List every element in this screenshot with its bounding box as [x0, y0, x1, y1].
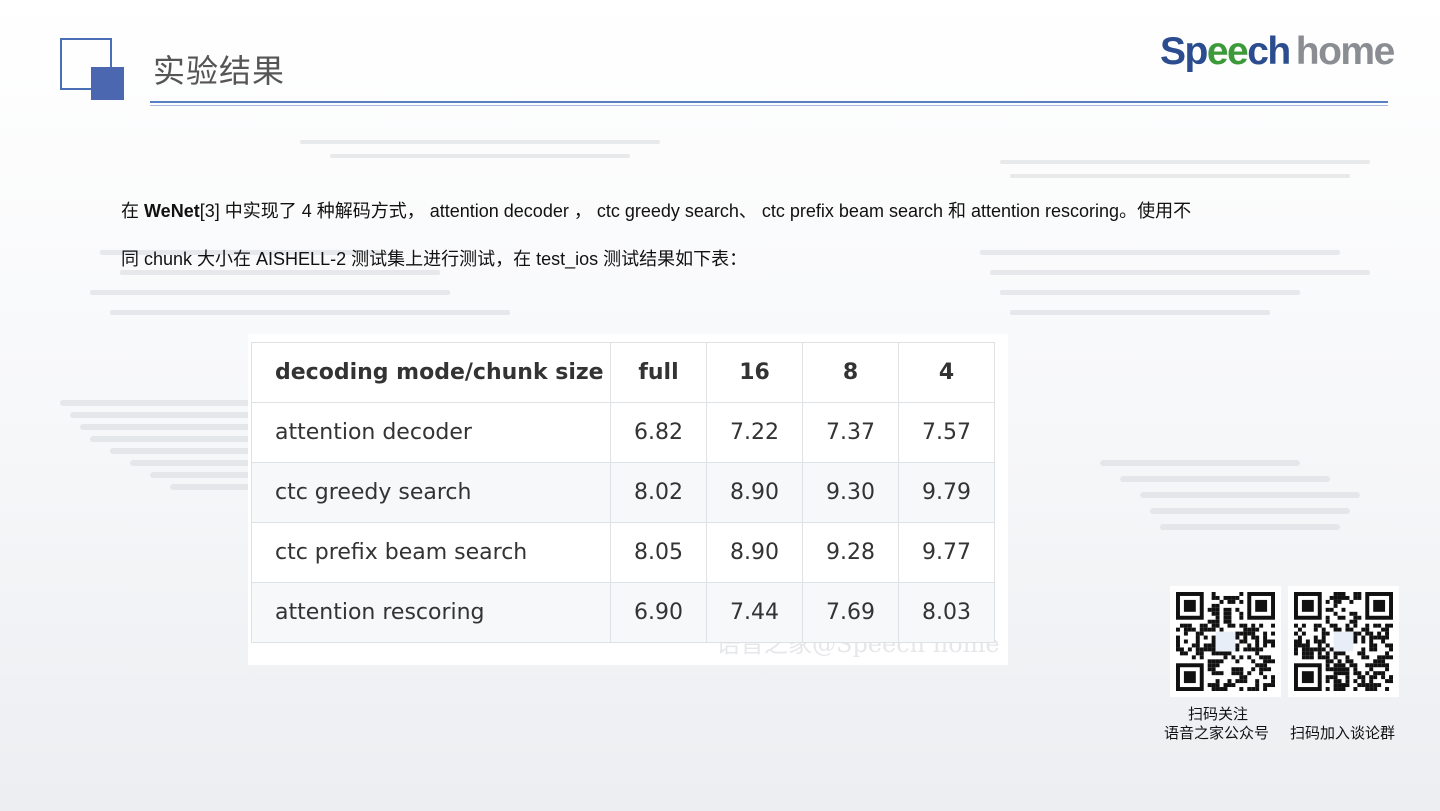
table-cell: 8.05 — [610, 522, 707, 583]
table-cell: 8.90 — [706, 522, 803, 583]
table-cell: 9.77 — [898, 522, 995, 583]
table-cell: 9.79 — [898, 462, 995, 523]
table-cell: 9.30 — [802, 462, 899, 523]
table-row: ctc prefix beam search 8.05 8.90 9.28 9.… — [251, 522, 995, 583]
table-cell: 8.90 — [706, 462, 803, 523]
table-cell: 7.44 — [706, 582, 803, 643]
table-cell: 6.82 — [610, 402, 707, 463]
title-underline — [150, 101, 1388, 103]
table-row: attention decoder 6.82 7.22 7.37 7.57 — [251, 402, 995, 463]
table-cell: ctc greedy search — [251, 462, 611, 523]
qr-label-group: 扫码加入谈论群 — [1290, 724, 1396, 742]
results-table-image: 语音之家@Speech home decoding mode/chunk siz… — [248, 334, 1008, 665]
title-corner-icon — [60, 38, 126, 102]
table-cell: 8.02 — [610, 462, 707, 523]
table-cell: attention decoder — [251, 402, 611, 463]
title-underline-thin — [150, 104, 1388, 106]
header-cell: 16 — [706, 342, 803, 403]
header-cell: full — [610, 342, 707, 403]
table-cell: 7.22 — [706, 402, 803, 463]
table-cell: 7.69 — [802, 582, 899, 643]
table-cell: 9.28 — [802, 522, 899, 583]
table-cell: attention rescoring — [251, 582, 611, 643]
table-cell: 7.57 — [898, 402, 995, 463]
speechhome-logo: Speech home — [1160, 30, 1395, 73]
table-row: attention rescoring 6.90 7.44 7.69 8.03 — [251, 582, 995, 643]
slide-title: 实验结果 — [153, 52, 286, 90]
qr-pattern-1 — [1176, 592, 1275, 691]
table-cell: 8.03 — [898, 582, 995, 643]
qr-code-discussion-group — [1288, 586, 1399, 697]
wenet-bold: WeNet — [144, 201, 200, 221]
paragraph-line-2: 同 chunk 大小在 AISHELL-2 测试集上进行测试，在 test_io… — [121, 249, 748, 269]
results-table: decoding mode/chunk size full 16 8 4 att… — [251, 342, 995, 643]
qr-label-official-account: 语音之家公众号 — [1164, 724, 1270, 742]
corner-filled-square — [91, 67, 124, 100]
qr-code-official-account — [1170, 586, 1281, 697]
header-cell: 8 — [802, 342, 899, 403]
table-header-row: decoding mode/chunk size full 16 8 4 — [251, 342, 995, 403]
paragraph-line-1: 在 WeNet[3] 中实现了 4 种解码方式， attention decod… — [121, 201, 1192, 221]
qr-label-follow: 扫码关注 — [1188, 705, 1249, 723]
header-cell: decoding mode/chunk size — [251, 342, 611, 403]
table-row: ctc greedy search 8.02 8.90 9.30 9.79 — [251, 462, 995, 523]
table-cell: ctc prefix beam search — [251, 522, 611, 583]
qr-pattern-2 — [1294, 592, 1393, 691]
header-cell: 4 — [898, 342, 995, 403]
table-cell: 6.90 — [610, 582, 707, 643]
table-cell: 7.37 — [802, 402, 899, 463]
